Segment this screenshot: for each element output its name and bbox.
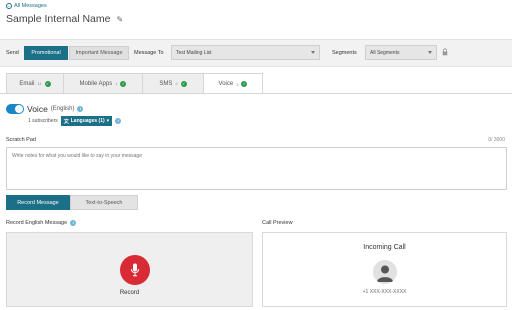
message-to-select[interactable]: Test Mailing List [171, 45, 320, 60]
tab-count: 1 [115, 81, 118, 86]
tab-label: SMS [159, 80, 173, 87]
call-preview-label: Call Preview [262, 220, 293, 226]
record-message-label: Record English Message [6, 220, 68, 226]
scratch-pad-label: Scratch Pad [6, 137, 36, 143]
tab-email[interactable]: Email 11 ✓ [6, 73, 64, 93]
chevron-down-icon [311, 51, 315, 54]
tab-count: 2 [175, 81, 178, 86]
send-settings-bar: Send Promotional Important Message Messa… [0, 39, 512, 67]
pencil-edit-icon[interactable]: ✎ [116, 15, 123, 24]
check-icon: ✓ [120, 80, 127, 87]
check-icon: ✓ [180, 80, 187, 87]
info-icon[interactable]: i [77, 106, 84, 112]
voice-title: Voice [27, 104, 48, 114]
tab-count: 11 [37, 81, 42, 86]
character-counter: 0/ 3000 [488, 137, 505, 143]
check-icon: ✓ [241, 81, 248, 87]
record-button[interactable] [120, 255, 150, 285]
microphone-icon [130, 263, 140, 277]
translate-icon: 文 [63, 118, 69, 125]
call-preview-panel: Incoming Call +1 XXX-XXX-XXXX [262, 232, 507, 307]
channel-tabs: Email 11 ✓ Mobile Apps 1 ✓ SMS 2 ✓ Voice… [6, 73, 263, 94]
avatar [373, 260, 397, 284]
message-to-label: Message To [134, 50, 164, 56]
chevron-down-icon [428, 51, 432, 54]
record-panel: Record [6, 232, 253, 307]
tab-label: Mobile Apps [79, 80, 113, 87]
info-icon[interactable]: i [115, 118, 122, 124]
record-button-label: Record [119, 290, 140, 296]
languages-button-label: Languages (1) [70, 118, 105, 124]
tab-label: Voice [218, 81, 234, 87]
back-link-label: All Messages [14, 3, 47, 9]
tab-count: 2 [236, 81, 239, 87]
back-arrow-icon: ← [6, 2, 12, 9]
scratch-pad-input[interactable] [6, 147, 507, 190]
lock-icon [442, 48, 448, 56]
tab-label: Email [19, 80, 35, 87]
tab-mobile-apps[interactable]: Mobile Apps 1 ✓ [63, 73, 143, 93]
voice-toggle[interactable] [6, 104, 24, 114]
voice-subheader: 1 subscribers 文 Languages (1) ▾ i [28, 116, 122, 126]
caller-phone-number: +1 XXX-XXX-XXXX [362, 289, 407, 295]
segments-select[interactable]: All Segments [365, 45, 437, 60]
send-label: Send [6, 50, 19, 56]
person-icon [377, 265, 393, 282]
chevron-down-icon: ▾ [106, 118, 110, 124]
check-icon: ✓ [44, 80, 51, 87]
important-message-button[interactable]: Important Message [69, 46, 129, 60]
promotional-button[interactable]: Promotional [24, 46, 68, 60]
voice-header: Voice (English) i [6, 104, 84, 114]
message-to-value: Test Mailing List [176, 49, 212, 56]
languages-button[interactable]: 文 Languages (1) ▾ [60, 116, 113, 126]
subscriber-count: 1 subscribers [28, 118, 58, 124]
segments-label: Segments [332, 50, 357, 56]
title-row: Sample Internal Name ✎ [6, 13, 123, 25]
text-to-speech-button[interactable]: Text-to-Speech [70, 195, 138, 210]
voice-language: (English) [50, 106, 75, 112]
tab-voice[interactable]: Voice 2 ✓ [203, 73, 263, 94]
tab-sms[interactable]: SMS 2 ✓ [142, 73, 204, 93]
record-message-button[interactable]: Record Message [6, 195, 70, 210]
info-icon[interactable]: i [70, 220, 77, 226]
tabs-divider [0, 93, 512, 94]
record-message-label-row: Record English Message i [6, 220, 77, 226]
back-to-all-messages-link[interactable]: ← All Messages [6, 3, 47, 9]
segments-value: All Segments [370, 49, 400, 56]
incoming-call-title: Incoming Call [363, 244, 406, 251]
page-title: Sample Internal Name [6, 13, 111, 25]
